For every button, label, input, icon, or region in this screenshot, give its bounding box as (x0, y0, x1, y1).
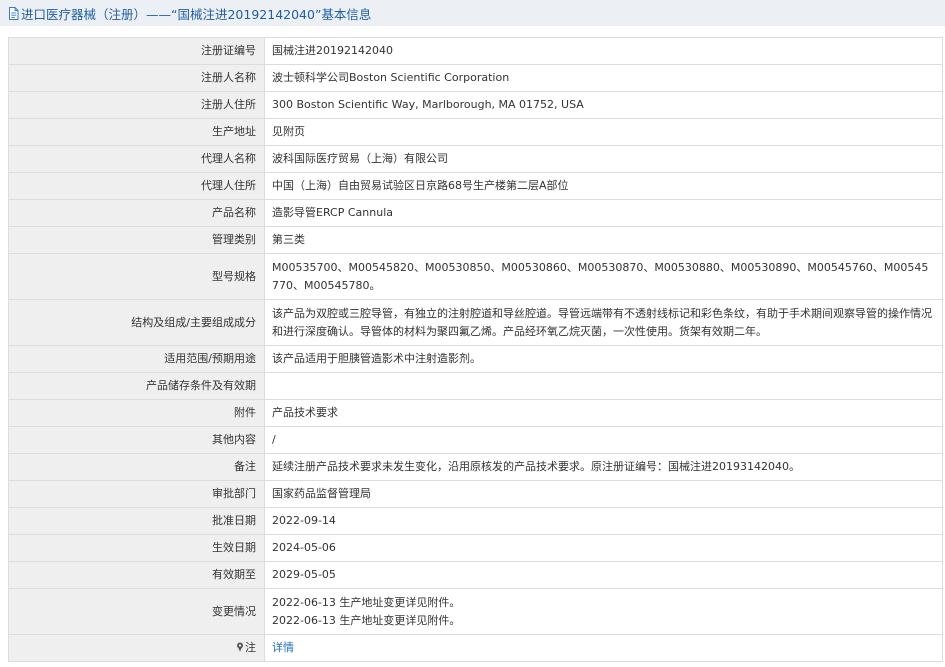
row-label: 适用范围/预期用途 (8, 345, 265, 373)
row-label: 注册证编号 (8, 37, 265, 65)
table-row: 生效日期 2024-05-06 (8, 534, 943, 562)
row-label: 代理人住所 (8, 172, 265, 200)
table-row: 结构及组成/主要组成成分 该产品为双腔或三腔导管，有独立的注射腔道和导丝腔道。导管… (8, 299, 943, 346)
table-row: 批准日期 2022-09-14 (8, 507, 943, 535)
table-row: 适用范围/预期用途 该产品适用于胆胰管造影术中注射造影剂。 (8, 345, 943, 373)
row-label: 生效日期 (8, 534, 265, 562)
table-row: 有效期至 2029-05-05 (8, 561, 943, 589)
table-row: 审批部门 国家药品监督管理局 (8, 480, 943, 508)
table-row: 注册人住所 300 Boston Scientific Way, Marlboro… (8, 91, 943, 119)
note-label-cell: 注 (8, 634, 265, 662)
row-value: 300 Boston Scientific Way, Marlborough, … (264, 91, 943, 119)
row-label: 管理类别 (8, 226, 265, 254)
row-value: 该产品为双腔或三腔导管，有独立的注射腔道和导丝腔道。导管远端带有不透射线标记和彩… (264, 299, 943, 346)
table-row: 管理类别 第三类 (8, 226, 943, 254)
note-label: 注 (245, 641, 256, 654)
change-entry: 2022-06-13 生产地址变更详见附件。 (272, 613, 461, 627)
table-row: 注册人名称 波士顿科学公司Boston Scientific Corporatio… (8, 64, 943, 92)
row-label: 注册人住所 (8, 91, 265, 119)
note-value: 详情 (264, 634, 943, 662)
table-row: 注册证编号 国械注进20192142040 (8, 37, 943, 65)
row-value: 波士顿科学公司Boston Scientific Corporation (264, 64, 943, 92)
row-value: / (264, 426, 943, 454)
row-label: 代理人名称 (8, 145, 265, 173)
table-row: 附件 产品技术要求 (8, 399, 943, 427)
note-row: 注 详情 (8, 634, 943, 662)
row-label: 审批部门 (8, 480, 265, 508)
row-value: 中国（上海）自由贸易试验区日京路68号生产楼第二层A部位 (264, 172, 943, 200)
row-label: 结构及组成/主要组成成分 (8, 299, 265, 346)
table-row: 型号规格 M00535700、M00545820、M00530850、M00530… (8, 253, 943, 300)
row-value: 造影导管ERCP Cannula (264, 199, 943, 227)
page-title: 进口医疗器械（注册）——“国械注进20192142040”基本信息 (21, 6, 372, 22)
info-table-body: 注册证编号 国械注进20192142040 注册人名称 波士顿科学公司Boston … (8, 37, 943, 662)
table-row: 代理人名称 波科国际医疗贸易（上海）有限公司 (8, 145, 943, 173)
change-history-row: 变更情况 2022-06-13 生产地址变更详见附件。 2022-06-13 生… (8, 588, 943, 635)
row-label: 变更情况 (8, 588, 265, 635)
table-row: 产品名称 造影导管ERCP Cannula (8, 199, 943, 227)
row-label: 附件 (8, 399, 265, 427)
row-value: 2024-05-06 (264, 534, 943, 562)
row-label: 批准日期 (8, 507, 265, 535)
row-value: 第三类 (264, 226, 943, 254)
title-bar: 进口医疗器械（注册）——“国械注进20192142040”基本信息 (0, 0, 945, 26)
row-value: 见附页 (264, 118, 943, 146)
row-label: 型号规格 (8, 253, 265, 300)
row-value: 波科国际医疗贸易（上海）有限公司 (264, 145, 943, 173)
table-row: 其他内容 / (8, 426, 943, 454)
pin-icon (237, 642, 243, 652)
row-value: 2029-05-05 (264, 561, 943, 589)
table-row: 代理人住所 中国（上海）自由贸易试验区日京路68号生产楼第二层A部位 (8, 172, 943, 200)
info-table: 注册证编号 国械注进20192142040 注册人名称 波士顿科学公司Boston … (8, 37, 943, 662)
row-value: 该产品适用于胆胰管造影术中注射造影剂。 (264, 345, 943, 373)
row-value: 延续注册产品技术要求未发生变化，沿用原核发的产品技术要求。原注册证编号：国械注进… (264, 453, 943, 481)
document-icon (9, 6, 19, 20)
row-label: 有效期至 (8, 561, 265, 589)
row-value (264, 372, 943, 400)
row-label: 注册人名称 (8, 64, 265, 92)
page: 进口医疗器械（注册）——“国械注进20192142040”基本信息 注册证编号国… (0, 0, 945, 667)
row-value: 产品技术要求 (264, 399, 943, 427)
row-label: 产品储存条件及有效期 (8, 372, 265, 400)
change-entry: 2022-06-13 生产地址变更详见附件。 (272, 595, 461, 609)
table-row: 生产地址 见附页 (8, 118, 943, 146)
row-label: 生产地址 (8, 118, 265, 146)
change-history-value: 2022-06-13 生产地址变更详见附件。 2022-06-13 生产地址变更… (264, 588, 943, 635)
row-label: 备注 (8, 453, 265, 481)
row-value: M00535700、M00545820、M00530850、M00530860、… (264, 253, 943, 300)
table-row: 备注 延续注册产品技术要求未发生变化，沿用原核发的产品技术要求。原注册证编号：国械… (8, 453, 943, 481)
row-value: 2022-09-14 (264, 507, 943, 535)
row-value: 国家药品监督管理局 (264, 480, 943, 508)
details-link[interactable]: 详情 (272, 641, 294, 654)
row-label: 产品名称 (8, 199, 265, 227)
table-row: 产品储存条件及有效期 (8, 372, 943, 400)
row-label: 其他内容 (8, 426, 265, 454)
row-value: 国械注进20192142040 (264, 37, 943, 65)
